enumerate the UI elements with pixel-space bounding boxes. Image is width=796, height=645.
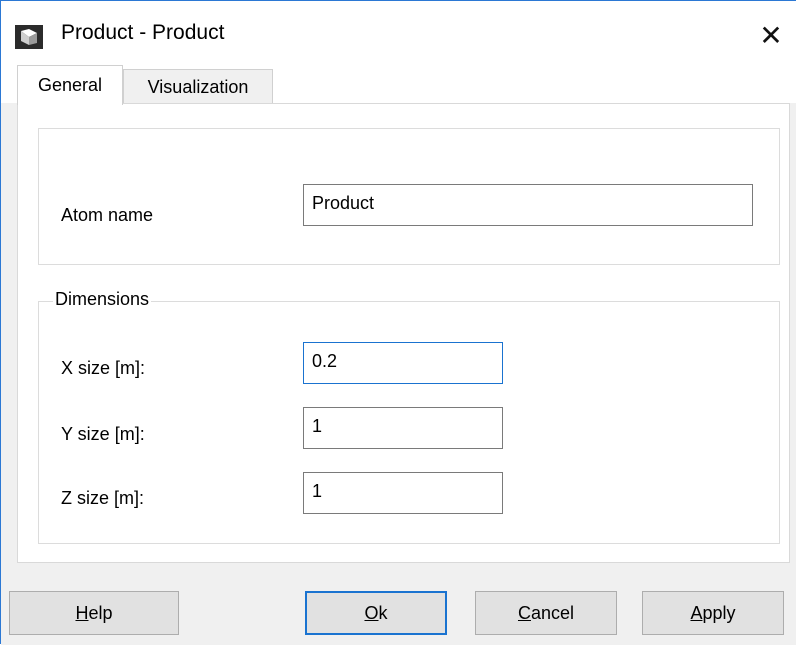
- cancel-label-rest: ancel: [530, 603, 575, 623]
- atom-name-field[interactable]: Product: [303, 184, 753, 226]
- help-button[interactable]: Help: [9, 591, 179, 635]
- help-label-rest: elp: [88, 603, 113, 623]
- help-mnemonic: H: [75, 603, 89, 623]
- apply-button[interactable]: Apply: [642, 591, 784, 635]
- general-panel: Atom name Product Dimensions X size [m]:…: [17, 103, 790, 563]
- z-size-field[interactable]: 1: [303, 472, 503, 514]
- properties-dialog: Product - Product ✕ General Visualizatio…: [0, 0, 796, 645]
- atom-name-group: Atom name Product: [38, 128, 780, 265]
- y-size-field[interactable]: 1: [303, 407, 503, 449]
- dimensions-legend: Dimensions: [53, 289, 152, 310]
- apply-label-rest: pply: [702, 603, 736, 623]
- window-title: Product - Product: [61, 21, 225, 44]
- dimensions-group: Dimensions X size [m]: 0.2 Y size [m]: 1…: [38, 289, 780, 544]
- ok-button[interactable]: Ok: [305, 591, 447, 635]
- tab-general[interactable]: General: [17, 65, 123, 105]
- x-size-label: X size [m]:: [61, 358, 146, 378]
- x-size-field[interactable]: 0.2: [303, 342, 503, 384]
- apply-mnemonic: A: [690, 603, 703, 623]
- ok-mnemonic: O: [364, 603, 379, 623]
- y-size-label: Y size [m]:: [61, 424, 145, 444]
- ok-label-rest: k: [378, 603, 388, 623]
- atom-name-label: Atom name: [61, 205, 154, 225]
- app-icon: [15, 25, 43, 49]
- close-icon[interactable]: ✕: [751, 16, 791, 56]
- title-bar[interactable]: Product - Product ✕: [1, 1, 796, 61]
- tab-visualization[interactable]: Visualization: [123, 69, 273, 103]
- cancel-button[interactable]: Cancel: [475, 591, 617, 635]
- cancel-mnemonic: C: [517, 603, 531, 623]
- z-size-label: Z size [m]:: [61, 488, 145, 508]
